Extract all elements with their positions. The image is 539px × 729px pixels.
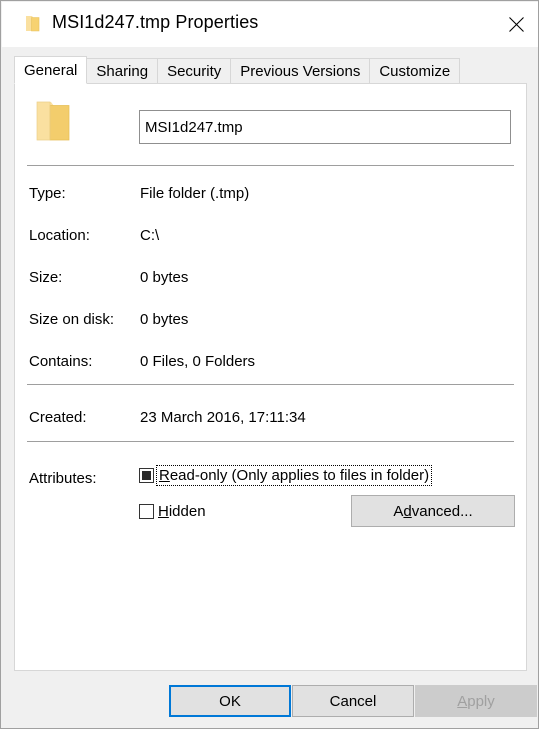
row-contains-label: Contains: xyxy=(29,353,93,370)
folder-icon-large xyxy=(34,99,80,143)
hidden-checkbox-row[interactable]: Hidden xyxy=(139,503,206,520)
row-location-label: Location: xyxy=(29,227,90,244)
row-size: Size: 0 bytes xyxy=(15,269,526,287)
row-size-label: Size: xyxy=(29,269,63,286)
hidden-checkbox[interactable] xyxy=(139,504,154,519)
row-size-value: 0 bytes xyxy=(140,269,189,286)
tab-sharing[interactable]: Sharing xyxy=(86,58,159,84)
tab-security-label: Security xyxy=(167,62,222,80)
advanced-button[interactable]: Advanced... xyxy=(351,495,515,527)
advanced-button-rest: vanced... xyxy=(411,502,473,520)
row-created-label: Created: xyxy=(29,409,87,426)
readonly-checkbox-label-rest: ead-only (Only applies to files in folde… xyxy=(169,467,430,484)
readonly-checkbox-label: Read-only (Only applies to files in fold… xyxy=(155,465,433,486)
row-created: Created: 23 March 2016, 17:11:34 xyxy=(15,409,526,427)
row-size-on-disk: Size on disk: 0 bytes xyxy=(15,311,526,329)
window-title: MSI1d247.tmp Properties xyxy=(52,12,259,32)
tab-previous-versions[interactable]: Previous Versions xyxy=(230,58,371,84)
tab-sharing-label: Sharing xyxy=(96,62,149,80)
apply-button: Apply xyxy=(415,685,537,717)
row-created-value: 23 March 2016, 17:11:34 xyxy=(140,409,306,426)
tab-previous-versions-label: Previous Versions xyxy=(240,62,361,80)
tab-customize-label: Customize xyxy=(379,62,451,80)
hidden-checkbox-label-rest: idden xyxy=(168,503,206,520)
folder-name-input[interactable] xyxy=(139,110,511,144)
row-size-on-disk-label: Size on disk: xyxy=(29,311,115,328)
hidden-checkbox-label: Hidden xyxy=(158,503,206,520)
ok-button[interactable]: OK xyxy=(169,685,291,717)
tab-customize[interactable]: Customize xyxy=(369,58,461,84)
general-tab-panel: Type: File folder (.tmp) Location: C:\ S… xyxy=(14,83,527,671)
separator-3 xyxy=(27,441,514,442)
row-contains: Contains: 0 Files, 0 Folders xyxy=(15,353,526,371)
row-type-value: File folder (.tmp) xyxy=(140,185,250,202)
separator-1 xyxy=(27,165,514,166)
title-bar: MSI1d247.tmp Properties xyxy=(2,2,538,47)
properties-dialog: MSI1d247.tmp Properties General Sharing … xyxy=(0,0,539,729)
cancel-button[interactable]: Cancel xyxy=(292,685,414,717)
folder-icon xyxy=(25,15,44,32)
readonly-checkbox-row[interactable]: Read-only (Only applies to files in fold… xyxy=(139,465,433,486)
row-size-on-disk-value: 0 bytes xyxy=(140,311,189,328)
readonly-checkbox[interactable] xyxy=(139,468,154,483)
tab-general-label: General xyxy=(24,61,78,79)
row-type-label: Type: xyxy=(29,185,66,202)
row-type: Type: File folder (.tmp) xyxy=(15,185,526,203)
separator-2 xyxy=(27,384,514,385)
apply-button-rest: pply xyxy=(467,692,495,710)
attributes-label: Attributes: xyxy=(29,470,97,487)
row-location: Location: C:\ xyxy=(15,227,526,245)
tab-strip: General Sharing Security Previous Versio… xyxy=(14,56,461,84)
close-icon[interactable] xyxy=(493,2,538,47)
row-location-value: C:\ xyxy=(140,227,160,244)
row-contains-value: 0 Files, 0 Folders xyxy=(140,353,256,370)
tab-security[interactable]: Security xyxy=(157,58,232,84)
tab-general[interactable]: General xyxy=(14,56,88,84)
